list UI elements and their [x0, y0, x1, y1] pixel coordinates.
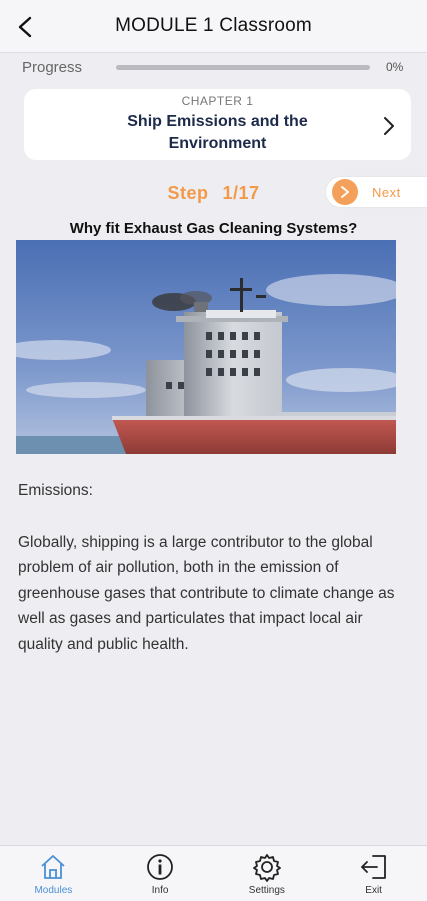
chapter-title: Ship Emissions and the Environment	[127, 113, 308, 152]
progress-label: Progress	[22, 58, 83, 76]
chevron-left-icon	[18, 16, 32, 38]
nav-label-modules: Modules	[34, 885, 73, 896]
chapter-card[interactable]: CHAPTER 1 Ship Emissions and the Environ…	[24, 89, 411, 160]
back-button[interactable]	[12, 14, 38, 40]
progress-row: Progress 0%	[22, 56, 407, 78]
content-paragraph: Globally, shipping is a large contributo…	[18, 533, 395, 653]
home-icon	[41, 855, 65, 879]
nav-item-exit[interactable]: Exit	[334, 846, 414, 896]
bottom-nav: Modules Info Settings Exit	[0, 845, 427, 901]
step-content: Emissions: Globally, shipping is a large…	[18, 478, 398, 657]
header-bar: MODULE 1 Classroom	[0, 0, 427, 53]
ship-image	[16, 240, 396, 454]
exit-icon	[360, 855, 386, 879]
step-word: Step	[167, 183, 209, 203]
content-heading: Emissions:	[18, 482, 93, 499]
progress-percent: 0%	[386, 60, 404, 74]
next-label: Next	[372, 184, 401, 200]
nav-item-settings[interactable]: Settings	[227, 846, 307, 896]
nav-label-settings: Settings	[248, 885, 285, 896]
progress-bar	[116, 64, 370, 70]
chevron-right-icon	[384, 117, 394, 135]
chapter-kicker: CHAPTER 1	[181, 94, 254, 108]
step-question: Why fit Exhaust Gas Cleaning Systems?	[69, 220, 358, 237]
next-circle	[332, 179, 358, 205]
gear-icon	[252, 854, 281, 882]
info-icon	[147, 854, 174, 880]
nav-label-exit: Exit	[365, 885, 382, 896]
page-title: MODULE 1 Classroom	[115, 15, 312, 36]
chevron-right-icon	[341, 186, 349, 198]
next-button[interactable]: Next	[326, 177, 427, 207]
nav-label-info: Info	[151, 885, 169, 896]
step-counter: 1/17	[222, 183, 260, 203]
nav-item-info[interactable]: Info	[120, 846, 200, 896]
nav-item-modules[interactable]: Modules	[13, 846, 93, 896]
